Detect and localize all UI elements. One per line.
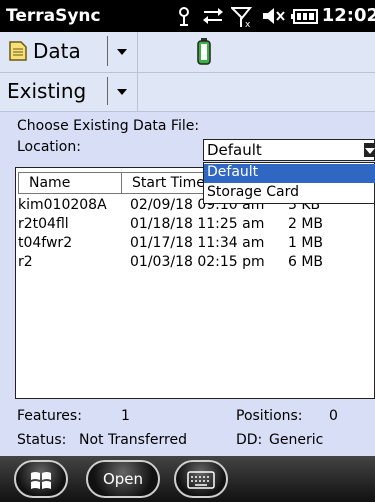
dd-value: Generic bbox=[269, 432, 324, 448]
clock: 12:02 bbox=[321, 5, 375, 26]
file-name: r2t04fll bbox=[18, 216, 69, 232]
status-bar: TerraSync x 12:02 bbox=[0, 0, 375, 32]
file-name: kim010208A bbox=[18, 197, 107, 213]
file-size: 1 MB bbox=[288, 235, 324, 251]
divider bbox=[107, 77, 108, 105]
column-header-name[interactable]: Name bbox=[18, 172, 122, 194]
select-arrow-icon bbox=[364, 143, 375, 157]
app-title: TerraSync bbox=[6, 6, 101, 26]
table-row[interactable]: r2 01/03/18 02:15 pm 6 MB bbox=[18, 254, 372, 272]
keyboard-button[interactable] bbox=[174, 460, 228, 498]
file-start-time: 01/17/18 11:34 am bbox=[130, 235, 265, 251]
battery-icon bbox=[291, 9, 318, 24]
chevron-down-icon bbox=[117, 49, 127, 55]
file-name: t04fwr2 bbox=[18, 235, 73, 251]
open-button-label: Open bbox=[102, 470, 144, 488]
table-row[interactable]: t04fwr2 01/17/18 11:34 am 1 MB bbox=[18, 235, 372, 253]
location-option-storage-card[interactable]: Storage Card bbox=[204, 184, 375, 203]
windows-start-icon bbox=[31, 472, 51, 489]
location-option-default[interactable]: Default bbox=[204, 164, 375, 183]
divider bbox=[107, 36, 108, 66]
features-value: 1 bbox=[121, 408, 130, 424]
data-toolbar: Data bbox=[0, 32, 375, 73]
table-row[interactable]: r2t04fll 01/18/18 11:25 am 2 MB bbox=[18, 216, 372, 234]
existing-mode-button[interactable]: Existing bbox=[0, 73, 105, 111]
bottom-bar: Open bbox=[0, 456, 375, 502]
status-value: Not Transferred bbox=[79, 432, 187, 448]
divider bbox=[137, 73, 138, 111]
existing-dropdown-toggle[interactable] bbox=[110, 73, 135, 111]
no-signal-icon: x bbox=[231, 7, 253, 28]
data-menu-label: Data bbox=[33, 39, 81, 63]
file-start-time: 01/18/18 11:25 am bbox=[130, 216, 265, 232]
open-button[interactable]: Open bbox=[86, 460, 160, 498]
file-name: r2 bbox=[18, 254, 33, 270]
document-icon bbox=[9, 41, 27, 61]
gps-status-icon[interactable] bbox=[197, 38, 211, 66]
file-size: 2 MB bbox=[288, 216, 324, 232]
file-start-time: 01/03/18 02:15 pm bbox=[130, 254, 265, 270]
features-label: Features: bbox=[17, 408, 82, 424]
dd-label: DD: bbox=[236, 432, 263, 448]
positions-value: 0 bbox=[329, 408, 338, 424]
data-menu-button[interactable]: Data bbox=[0, 32, 105, 72]
signal-icon bbox=[179, 7, 189, 26]
keyboard-icon bbox=[187, 471, 215, 489]
divider bbox=[137, 32, 138, 72]
location-select-value: Default bbox=[207, 141, 262, 159]
positions-label: Positions: bbox=[236, 408, 303, 424]
location-dropdown-list: Default Storage Card bbox=[203, 162, 375, 204]
existing-mode-label: Existing bbox=[7, 79, 87, 103]
chevron-down-icon bbox=[117, 89, 127, 95]
start-button[interactable] bbox=[14, 460, 68, 498]
location-select[interactable]: Default bbox=[203, 139, 375, 161]
sync-icon bbox=[203, 8, 223, 24]
status-label: Status: bbox=[17, 432, 67, 448]
mode-toolbar: Existing bbox=[0, 73, 375, 112]
file-size: 6 MB bbox=[288, 254, 324, 270]
location-label: Location: bbox=[17, 139, 81, 155]
volume-icon bbox=[263, 8, 285, 24]
choose-file-label: Choose Existing Data File: bbox=[17, 118, 200, 134]
svg-text:x: x bbox=[245, 20, 251, 28]
data-dropdown-toggle[interactable] bbox=[110, 32, 135, 72]
